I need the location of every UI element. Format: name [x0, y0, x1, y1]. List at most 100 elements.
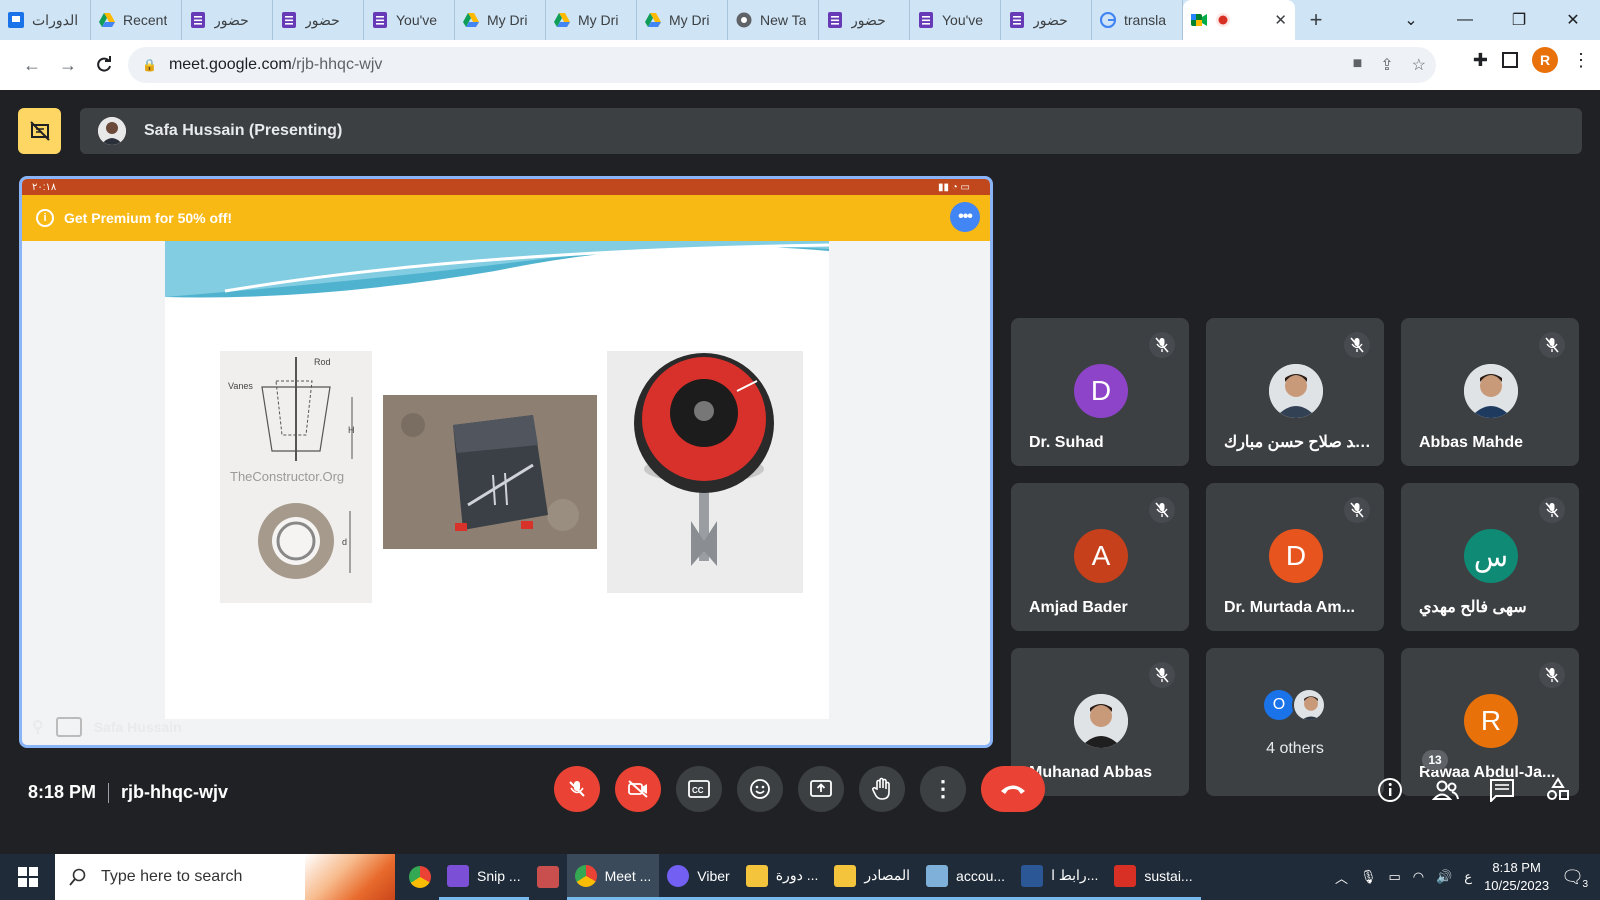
camera-permission-icon[interactable]: ■	[1353, 55, 1363, 75]
app-icon	[926, 864, 949, 887]
profile-avatar[interactable]: R	[1532, 47, 1558, 73]
participant-tile[interactable]: O 4 others	[1206, 648, 1384, 796]
taskbar-app[interactable]: sustai...	[1106, 854, 1201, 900]
browser-tab[interactable]: My Dri	[455, 0, 546, 40]
start-button[interactable]	[0, 854, 55, 900]
browser-tab[interactable]: حضور	[182, 0, 273, 40]
taskbar-app[interactable]: المصادر	[826, 854, 919, 900]
input-language[interactable]: ع	[1464, 869, 1472, 885]
new-tab-button[interactable]: +	[1301, 7, 1331, 33]
avatar	[1074, 694, 1128, 748]
taskbar-app[interactable]: Meet ...	[566, 854, 660, 900]
muted-mic-icon	[1149, 332, 1175, 358]
camera-toggle-button[interactable]	[615, 766, 661, 812]
search-icon	[69, 868, 86, 886]
activities-button[interactable]	[1542, 774, 1574, 806]
taskbar-app[interactable]: رابط ا...	[1013, 854, 1107, 900]
restore-button[interactable]: ❐	[1492, 10, 1546, 30]
browser-tab[interactable]: transla	[1092, 0, 1183, 40]
more-options-icon[interactable]: •••	[950, 202, 980, 232]
word-icon	[1021, 864, 1044, 887]
taskbar-app[interactable]: Viber	[659, 854, 738, 900]
browser-tab[interactable]: Recent	[91, 0, 182, 40]
presentation-screen: ٢٠:١٨ ▮▮ ◔ ▭ i Get Premium for 50% off! …	[19, 176, 993, 748]
clock-date: 10/25/2023	[1484, 878, 1550, 893]
taskbar-app[interactable]: Snip ...	[439, 854, 529, 900]
pin-icon[interactable]: ⚲	[32, 717, 44, 737]
tab-title: New Ta	[760, 12, 807, 28]
participant-name: Abbas Mahde	[1419, 434, 1524, 451]
browser-tab[interactable]: حضور	[819, 0, 910, 40]
participant-tile[interactable]: D Dr. Suhad	[1011, 318, 1189, 466]
torque-gauge-photo	[607, 351, 803, 593]
bookmark-star-icon[interactable]: ☆	[1412, 55, 1426, 75]
reload-icon	[97, 56, 111, 72]
battery-icon[interactable]: ▭	[1388, 869, 1400, 885]
browser-tab[interactable]: My Dri	[637, 0, 728, 40]
forms-icon	[190, 12, 206, 28]
microphone-icon[interactable]: 🎙	[1360, 869, 1377, 885]
share-icon[interactable]: ⇪	[1380, 55, 1393, 75]
participant-tile[interactable]: D Dr. Murtada Am...	[1206, 483, 1384, 631]
back-button[interactable]: ←	[14, 47, 50, 83]
more-options-button[interactable]: ⋮	[920, 766, 966, 812]
presenter-label: Safa Hussain (Presenting)	[144, 122, 343, 139]
extensions-icon[interactable]: ✚	[1473, 50, 1488, 71]
volume-icon[interactable]: 🔊	[1436, 869, 1452, 885]
tab-title: My Dri	[578, 12, 619, 28]
raise-hand-button[interactable]	[859, 766, 905, 812]
diagram-label-d: d	[342, 537, 348, 547]
captions-button[interactable]: CC	[676, 766, 722, 812]
participant-tile[interactable]: Abbas Mahde	[1401, 318, 1579, 466]
tray-chevron-icon[interactable]: ︿	[1335, 868, 1348, 887]
browser-tab[interactable]: You've	[364, 0, 455, 40]
reactions-button[interactable]	[737, 766, 783, 812]
taskbar-search[interactable]: Type here to search	[55, 854, 395, 900]
browser-tab[interactable]: My Dri	[546, 0, 637, 40]
url-host: meet.google.com	[168, 56, 292, 73]
present-now-button[interactable]	[798, 766, 844, 812]
premium-banner[interactable]: i Get Premium for 50% off! •••	[22, 195, 990, 241]
avatar: O	[1262, 688, 1296, 722]
avatar	[1292, 688, 1326, 722]
browser-tab[interactable]: حضور	[273, 0, 364, 40]
taskbar-app[interactable]: accou...	[918, 854, 1014, 900]
taskbar-app-label: المصادر	[864, 867, 911, 883]
reload-button[interactable]	[86, 47, 122, 83]
taskbar-app[interactable]	[401, 854, 439, 900]
wifi-icon[interactable]: ◠	[1413, 869, 1424, 885]
taskbar-app[interactable]	[529, 854, 567, 900]
tab-active-meet[interactable]: ✕	[1183, 0, 1295, 40]
close-tab-icon[interactable]: ✕	[1274, 11, 1287, 29]
tab-search-icon[interactable]: ⌄	[1384, 10, 1438, 30]
leave-call-button[interactable]	[981, 766, 1045, 812]
avatar: R	[1464, 694, 1518, 748]
notifications-icon[interactable]: 🗨 3	[1561, 867, 1588, 890]
phone-status-time: ٢٠:١٨	[32, 181, 57, 193]
presentation-toggle-button[interactable]	[18, 108, 61, 154]
muted-mic-icon	[1539, 332, 1565, 358]
close-window-button[interactable]: ✕	[1546, 10, 1600, 30]
side-panel-icon[interactable]	[1502, 52, 1518, 68]
minimize-button[interactable]: —	[1438, 11, 1492, 29]
meeting-code: rjb-hhqc-wjv	[121, 782, 229, 802]
browser-tab[interactable]: You've	[910, 0, 1001, 40]
avatar	[1269, 364, 1323, 418]
taskbar-app[interactable]: دورة ...	[737, 854, 827, 900]
browser-tab[interactable]: الدورات	[0, 0, 91, 40]
browser-tab[interactable]: New Ta	[728, 0, 819, 40]
fullscreen-icon[interactable]	[55, 717, 82, 737]
chat-button[interactable]	[1486, 774, 1518, 806]
people-button[interactable]	[1430, 774, 1462, 806]
forward-button[interactable]: →	[50, 47, 86, 83]
people-icon	[1432, 780, 1459, 800]
participant-tile[interactable]: A Amjad Bader	[1011, 483, 1189, 631]
taskbar-clock[interactable]: 8:18 PM 10/25/2023	[1484, 859, 1549, 895]
meeting-details-button[interactable]	[1374, 774, 1406, 806]
participant-tile[interactable]: س سهى فالح مهدي	[1401, 483, 1579, 631]
participant-tile[interactable]: مهند صلاح حسن مبارك	[1206, 318, 1384, 466]
address-bar[interactable]: 🔒 meet.google.com/rjb-hhqc-wjv ■ ⇪ ☆	[128, 47, 1436, 83]
chrome-menu-icon[interactable]: ⋮	[1572, 50, 1590, 71]
mic-toggle-button[interactable]	[554, 766, 600, 812]
browser-tab[interactable]: حضور	[1001, 0, 1092, 40]
